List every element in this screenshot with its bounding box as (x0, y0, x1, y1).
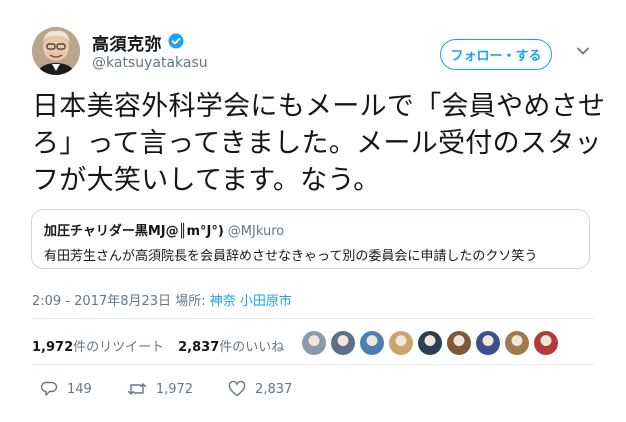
like-button[interactable]: 2,837 (228, 380, 292, 398)
tweet-stats: 1,972件のリツイート 2,837件のいいね (32, 336, 284, 355)
quoted-tweet[interactable]: 加圧チャリダー黒MJ@║m°J°) @MJkuro 有田芳生さんが高須院長を会員辞… (31, 209, 590, 269)
retweet-stat[interactable]: 1,972件のリツイート (32, 340, 164, 355)
verified-badge-icon (168, 33, 184, 49)
tweet-actions: 149 1,972 2,837 (40, 380, 327, 398)
retweet-icon (127, 383, 147, 395)
liker-avatars (302, 325, 563, 361)
author-name[interactable]: 高須克弥 (92, 30, 162, 55)
chevron-down-icon[interactable] (576, 44, 590, 58)
reply-count: 149 (67, 381, 92, 397)
liker-avatar[interactable] (447, 331, 471, 355)
location-prefix: 場所: (175, 294, 206, 309)
liker-avatar[interactable] (418, 331, 442, 355)
tweet-card: 高須克弥 @katsuyatakasu フォロー・する 日本美容外科学会にもメー… (0, 0, 626, 422)
liker-avatar[interactable] (389, 331, 413, 355)
reply-button[interactable]: 149 (40, 380, 92, 398)
retweet-count: 1,972 (32, 340, 74, 355)
liker-avatar[interactable] (476, 331, 500, 355)
divider (32, 318, 594, 319)
timestamp[interactable]: 2:09 - 2017年8月23日 (32, 294, 171, 309)
retweet-button[interactable]: 1,972 (127, 380, 193, 398)
like-action-count: 2,837 (255, 381, 293, 397)
quoted-tweet-text: 有田芳生さんが高須院長を会員辞めさせなきゃって別の委員会に申請したのクソ笑う (44, 249, 538, 264)
author-handle[interactable]: @katsuyatakasu (92, 55, 208, 71)
liker-avatar[interactable] (505, 331, 529, 355)
tweet-text: 日本美容外科学会にもメールで「会員やめさせろ」って言ってきました。メール受付のス… (32, 91, 606, 196)
heart-icon (228, 380, 246, 397)
liker-avatar[interactable] (302, 331, 326, 355)
liker-avatar[interactable] (360, 331, 384, 355)
quoted-author-handle: @MJkuro (227, 224, 285, 239)
divider (32, 364, 594, 365)
like-label: 件のいいね (219, 340, 285, 355)
retweet-action-count: 1,972 (155, 381, 194, 397)
tweet-metadata: 2:09 - 2017年8月23日 場所: 神奈 小田原市 (32, 290, 292, 309)
liker-avatar[interactable] (534, 331, 558, 355)
quoted-author-name: 加圧チャリダー黒MJ@║m°J°) (44, 224, 224, 239)
quoted-tweet-author: 加圧チャリダー黒MJ@║m°J°) @MJkuro (44, 220, 284, 239)
retweet-label: 件のリツイート (73, 340, 165, 355)
liker-avatar[interactable] (331, 331, 355, 355)
like-stat[interactable]: 2,837件のいいね (178, 340, 284, 355)
location-link[interactable]: 神奈 小田原市 (210, 294, 292, 309)
like-count: 2,837 (178, 340, 220, 355)
follow-button[interactable]: フォロー・する (440, 39, 552, 70)
reply-icon (40, 381, 58, 396)
avatar[interactable] (32, 27, 80, 75)
